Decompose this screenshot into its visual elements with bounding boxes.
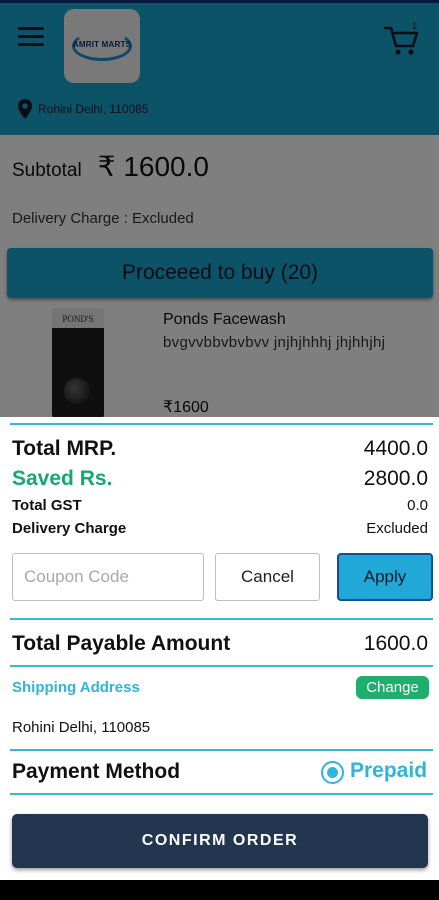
gst-value: 0.0 — [407, 497, 428, 514]
payment-method-label: Payment Method — [12, 760, 181, 783]
gst-label: Total GST — [12, 497, 82, 514]
delivery-charge-row: Delivery Charge Excluded — [12, 520, 428, 537]
cancel-button[interactable]: Cancel — [215, 553, 320, 601]
change-address-button[interactable]: Change — [356, 676, 429, 699]
confirm-order-button[interactable]: CONFIRM ORDER — [12, 814, 428, 868]
gst-row: Total GST 0.0 — [12, 497, 428, 514]
divider — [10, 665, 433, 667]
shipping-address-label: Shipping Address — [12, 679, 140, 696]
system-nav-bar — [0, 880, 439, 900]
delivery-charge-label: Delivery Charge — [12, 520, 127, 537]
saved-value: 2800.0 — [363, 467, 428, 490]
apply-button[interactable]: Apply — [337, 553, 433, 601]
total-mrp-row: Total MRP. 4400.0 — [12, 437, 428, 461]
divider — [10, 749, 433, 751]
radio-selected-icon[interactable] — [321, 761, 344, 784]
total-mrp-label: Total MRP. — [12, 437, 117, 460]
delivery-charge-value: Excluded — [366, 520, 428, 537]
total-payable-value: 1600.0 — [363, 632, 428, 655]
divider — [10, 793, 433, 795]
saved-label: Saved Rs. — [12, 467, 113, 490]
prepaid-option-label[interactable]: Prepaid — [350, 759, 427, 783]
coupon-code-input[interactable] — [12, 553, 204, 601]
total-payable-row: Total Payable Amount 1600.0 — [12, 632, 428, 656]
shipping-address-text: Rohini Delhi, 110085 — [12, 719, 151, 736]
divider — [10, 618, 433, 620]
divider — [10, 423, 433, 425]
total-mrp-value: 4400.0 — [363, 437, 428, 460]
total-payable-label: Total Payable Amount — [12, 632, 231, 655]
saved-row: Saved Rs. 2800.0 — [12, 467, 428, 491]
